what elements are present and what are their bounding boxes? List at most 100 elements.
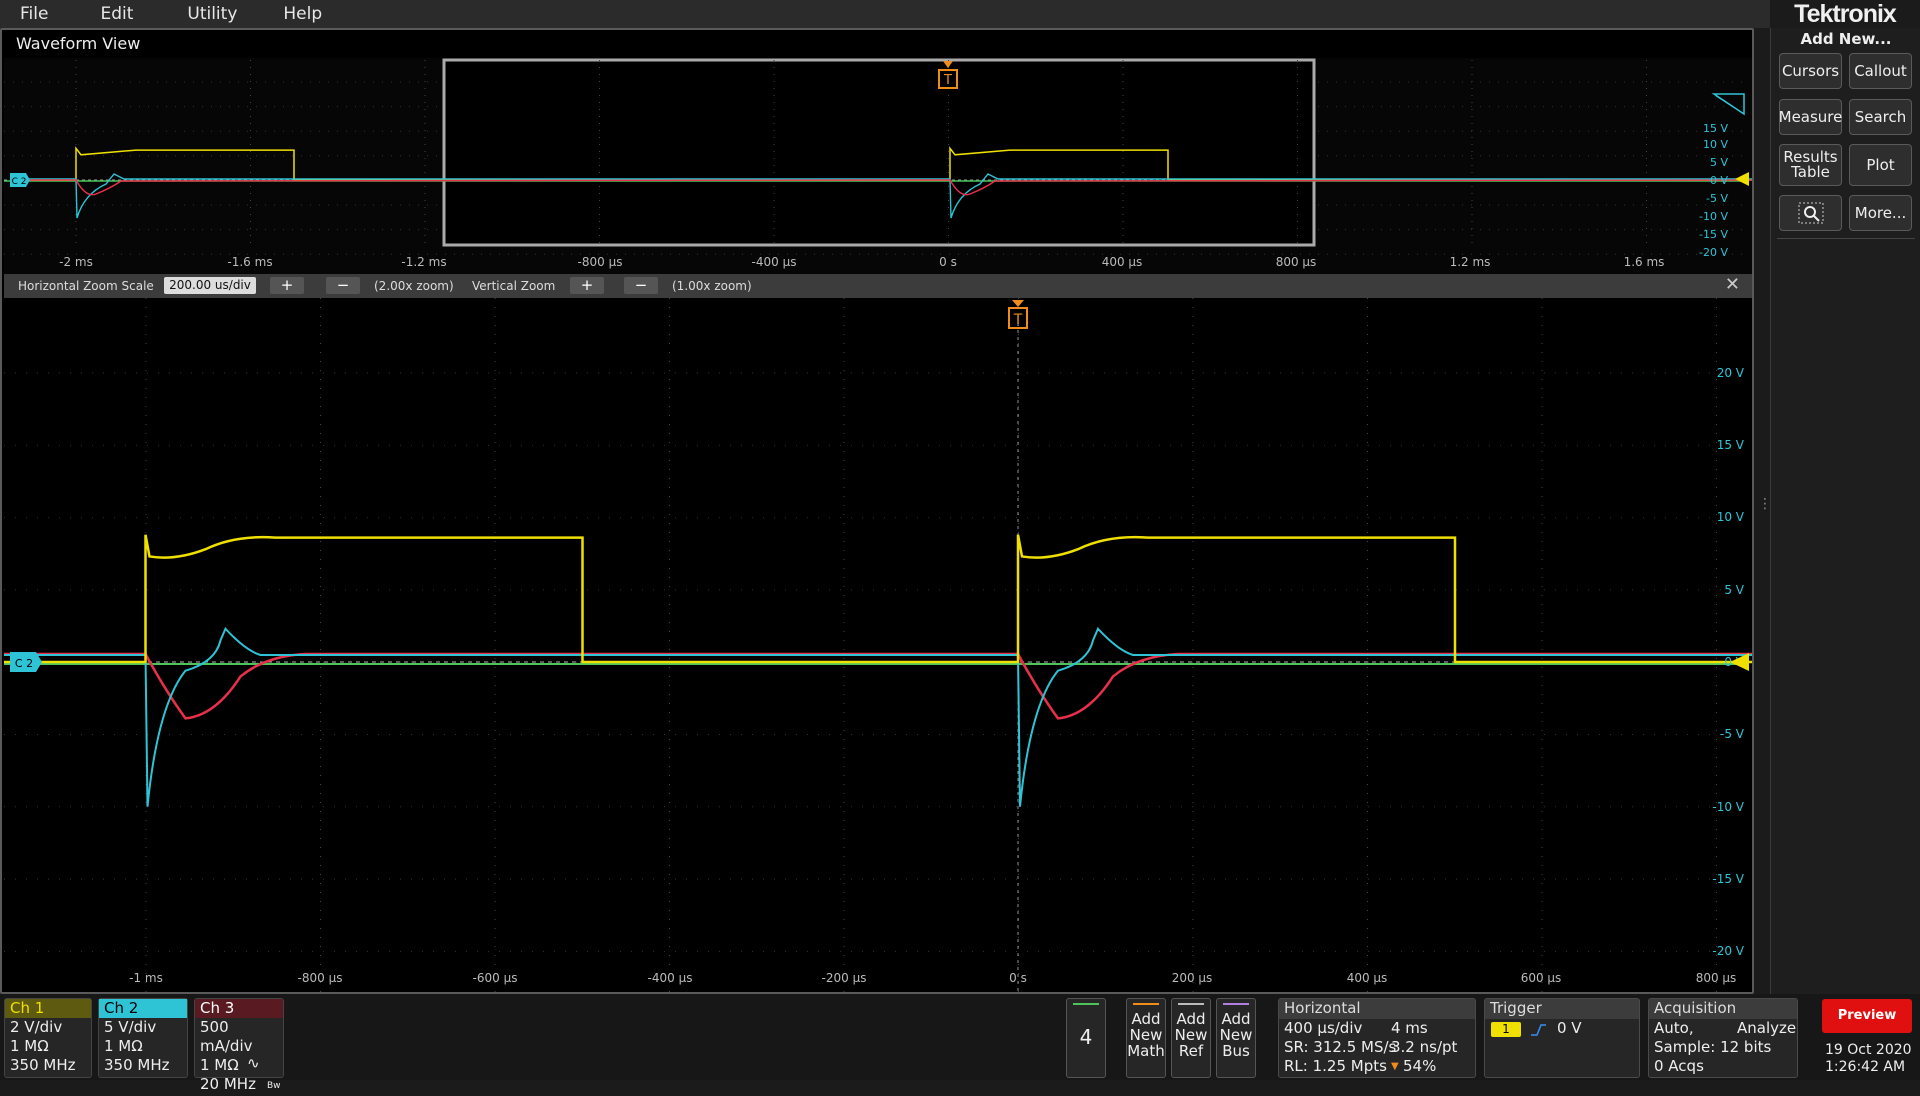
channel-2-bandwidth: 350 MHz — [104, 1056, 170, 1074]
channel-4-button[interactable]: 4 — [1066, 998, 1106, 1078]
sample-rate: SR: 312.5 MS/s — [1284, 1038, 1397, 1056]
channel-3-scale: 500 mA/div — [200, 1018, 253, 1055]
channel-2-label: Ch 2 — [99, 999, 187, 1018]
channel-1-badge[interactable]: Ch 1 2 V/div 1 MΩ 350 MHz — [4, 998, 92, 1078]
zoom-toolbar: Horizontal Zoom Scale 200.00 us/div + − … — [4, 274, 1752, 298]
add-new-ref-button[interactable]: Add New Ref — [1171, 998, 1211, 1078]
overview-y-tick-label: -10 V — [1699, 210, 1728, 223]
channel-1-bandwidth: 350 MHz — [10, 1056, 76, 1074]
plot-button[interactable]: Plot — [1849, 144, 1912, 186]
time-per-point: 3.2 ns/pt — [1391, 1038, 1458, 1056]
overview-x-tick-label: -1.2 ms — [401, 255, 446, 269]
acquisition-sample: Sample: 12 bits — [1654, 1038, 1772, 1056]
preview-button[interactable]: Preview — [1822, 999, 1912, 1033]
overview-plot[interactable]: -2 ms -1.6 ms -1.2 ms -800 µs -400 µs 0 s 400 … — [4, 58, 1752, 274]
y-tick-label: -15 V — [1712, 872, 1744, 886]
math-color-bar — [1133, 1003, 1159, 1005]
y-tick-label: -10 V — [1712, 800, 1744, 814]
channel-2-scale: 5 V/div — [104, 1018, 157, 1036]
horizontal-zoom-minus-button[interactable]: − — [326, 277, 360, 294]
search-button[interactable]: Search — [1849, 99, 1912, 135]
zoom-button[interactable] — [1779, 195, 1842, 231]
channel-3-impedance-row: 1 MΩ ∿ — [195, 1054, 283, 1075]
acquisition-badge[interactable]: Acquisition Auto, Analyze Sample: 12 bit… — [1648, 998, 1798, 1078]
add-new-math-label: Add New Math — [1127, 1010, 1165, 1060]
y-tick-label: 15 V — [1717, 438, 1745, 452]
channel-3-bandwidth: 20 MHz — [200, 1075, 256, 1093]
channel-2-tag[interactable]: C 2 — [10, 652, 42, 672]
vertical-zoom-factor: (1.00x zoom) — [672, 279, 752, 293]
vertical-zoom-minus-button[interactable]: − — [624, 277, 658, 294]
horizontal-values: 400 µs/div 4 ms SR: 312.5 MS/s 3.2 ns/pt… — [1279, 1019, 1475, 1076]
record-length: RL: 1.25 Mpts — [1284, 1057, 1387, 1075]
overview-y-tick-label: -15 V — [1699, 228, 1728, 241]
results-table-button[interactable]: Results Table — [1779, 144, 1842, 186]
x-tick-label: 400 µs — [1347, 971, 1388, 985]
overview-x-tick-label: 1.2 ms — [1450, 255, 1491, 269]
close-icon[interactable]: ✕ — [1725, 274, 1740, 295]
trigger-marker-label: T — [1013, 312, 1023, 328]
trigger-title: Trigger — [1485, 999, 1639, 1019]
status-bar: Ch 1 2 V/div 1 MΩ 350 MHz Ch 2 5 V/div 1… — [0, 994, 1920, 1093]
acquisition-values: Auto, Analyze Sample: 12 bits 0 Acqs — [1649, 1019, 1797, 1076]
horizontal-badge[interactable]: Horizontal 400 µs/div 4 ms SR: 312.5 MS/… — [1278, 998, 1476, 1078]
menu-utility[interactable]: Utility — [171, 0, 253, 28]
add-new-title: Add New... — [1800, 30, 1892, 48]
overview-x-tick-label: -400 µs — [752, 255, 797, 269]
acquisition-title: Acquisition — [1649, 999, 1797, 1019]
add-new-math-button[interactable]: Add New Math — [1126, 998, 1166, 1078]
overview-y-tick-label: -5 V — [1706, 192, 1728, 205]
channel-2-trace — [4, 626, 1752, 807]
cursors-button[interactable]: Cursors — [1779, 53, 1842, 89]
ac-coupling-icon: ∿ — [247, 1054, 260, 1072]
channel-3-impedance: 1 MΩ — [200, 1056, 239, 1074]
date-time: 19 Oct 2020 1:26:42 AM — [1822, 1042, 1912, 1076]
horizontal-zoom-scale-input[interactable]: 200.00 us/div — [164, 277, 256, 294]
x-tick-label: -400 µs — [648, 971, 693, 985]
vertical-zoom-plus-button[interactable]: + — [570, 277, 604, 294]
channel-3-badge[interactable]: Ch 3 500 mA/div 1 MΩ ∿ 20 MHz Bw — [194, 998, 284, 1093]
overview-scale-icon[interactable] — [1711, 93, 1745, 116]
zoom-search-icon — [1798, 202, 1823, 224]
more-button[interactable]: More... — [1849, 195, 1912, 231]
window-title: Waveform View — [16, 34, 141, 53]
measure-button[interactable]: Measure — [1779, 99, 1842, 135]
overview-channel-tag[interactable]: C 2 — [10, 173, 30, 187]
overview-x-tick-label: 0 s — [939, 255, 957, 269]
channel-2-badge[interactable]: Ch 2 5 V/div 1 MΩ 350 MHz — [98, 998, 188, 1078]
add-new-bus-label: Add New Bus — [1219, 1010, 1253, 1060]
horizontal-duration: 4 ms — [1391, 1019, 1428, 1037]
channel-2-tag-label: C 2 — [15, 657, 33, 670]
y-tick-label: -5 V — [1720, 727, 1745, 741]
channel-4-label: 4 — [1079, 1025, 1093, 1049]
overview-y-tick-label: 15 V — [1703, 122, 1728, 135]
trigger-marker[interactable]: T — [1008, 300, 1028, 329]
acquisition-count: 0 Acqs — [1654, 1057, 1704, 1075]
menu-help[interactable]: Help — [267, 0, 338, 28]
menu-file[interactable]: File — [0, 0, 64, 28]
main-plot[interactable]: -1 ms -800 µs -600 µs -400 µs -200 µs 0 s 200 … — [4, 298, 1752, 992]
horizontal-zoom-factor: (2.00x zoom) — [374, 279, 454, 293]
zoom-window[interactable] — [442, 58, 1316, 247]
add-new-bus-button[interactable]: Add New Bus — [1216, 998, 1256, 1078]
overview-level-marker[interactable] — [1735, 172, 1749, 186]
callout-button[interactable]: Callout — [1849, 53, 1912, 89]
bus-color-bar — [1223, 1003, 1249, 1005]
channel-1-trace — [4, 534, 1752, 664]
overview-x-tick-label: -2 ms — [59, 255, 93, 269]
horizontal-zoom-label: Horizontal Zoom Scale — [18, 279, 154, 293]
overview-x-tick-label: -1.6 ms — [227, 255, 272, 269]
overview-y-tick-label: 5 V — [1710, 156, 1728, 169]
x-tick-label: -600 µs — [473, 971, 518, 985]
splitter-handle[interactable]: ⋮ — [1758, 497, 1772, 530]
overview-channel-tag-label: C 2 — [12, 177, 27, 187]
x-tick-label: -1 ms — [129, 971, 163, 985]
menu-edit[interactable]: Edit — [84, 0, 149, 28]
x-tick-label: 200 µs — [1172, 971, 1213, 985]
horizontal-zoom-plus-button[interactable]: + — [270, 277, 304, 294]
channel-1-label: Ch 1 — [5, 999, 91, 1018]
trigger-badge[interactable]: Trigger 1 0 V — [1484, 998, 1640, 1078]
channel-2-impedance: 1 MΩ — [104, 1037, 143, 1055]
add-new-ref-label: Add New Ref — [1174, 1010, 1208, 1060]
x-tick-label: 0 s — [1009, 971, 1027, 985]
